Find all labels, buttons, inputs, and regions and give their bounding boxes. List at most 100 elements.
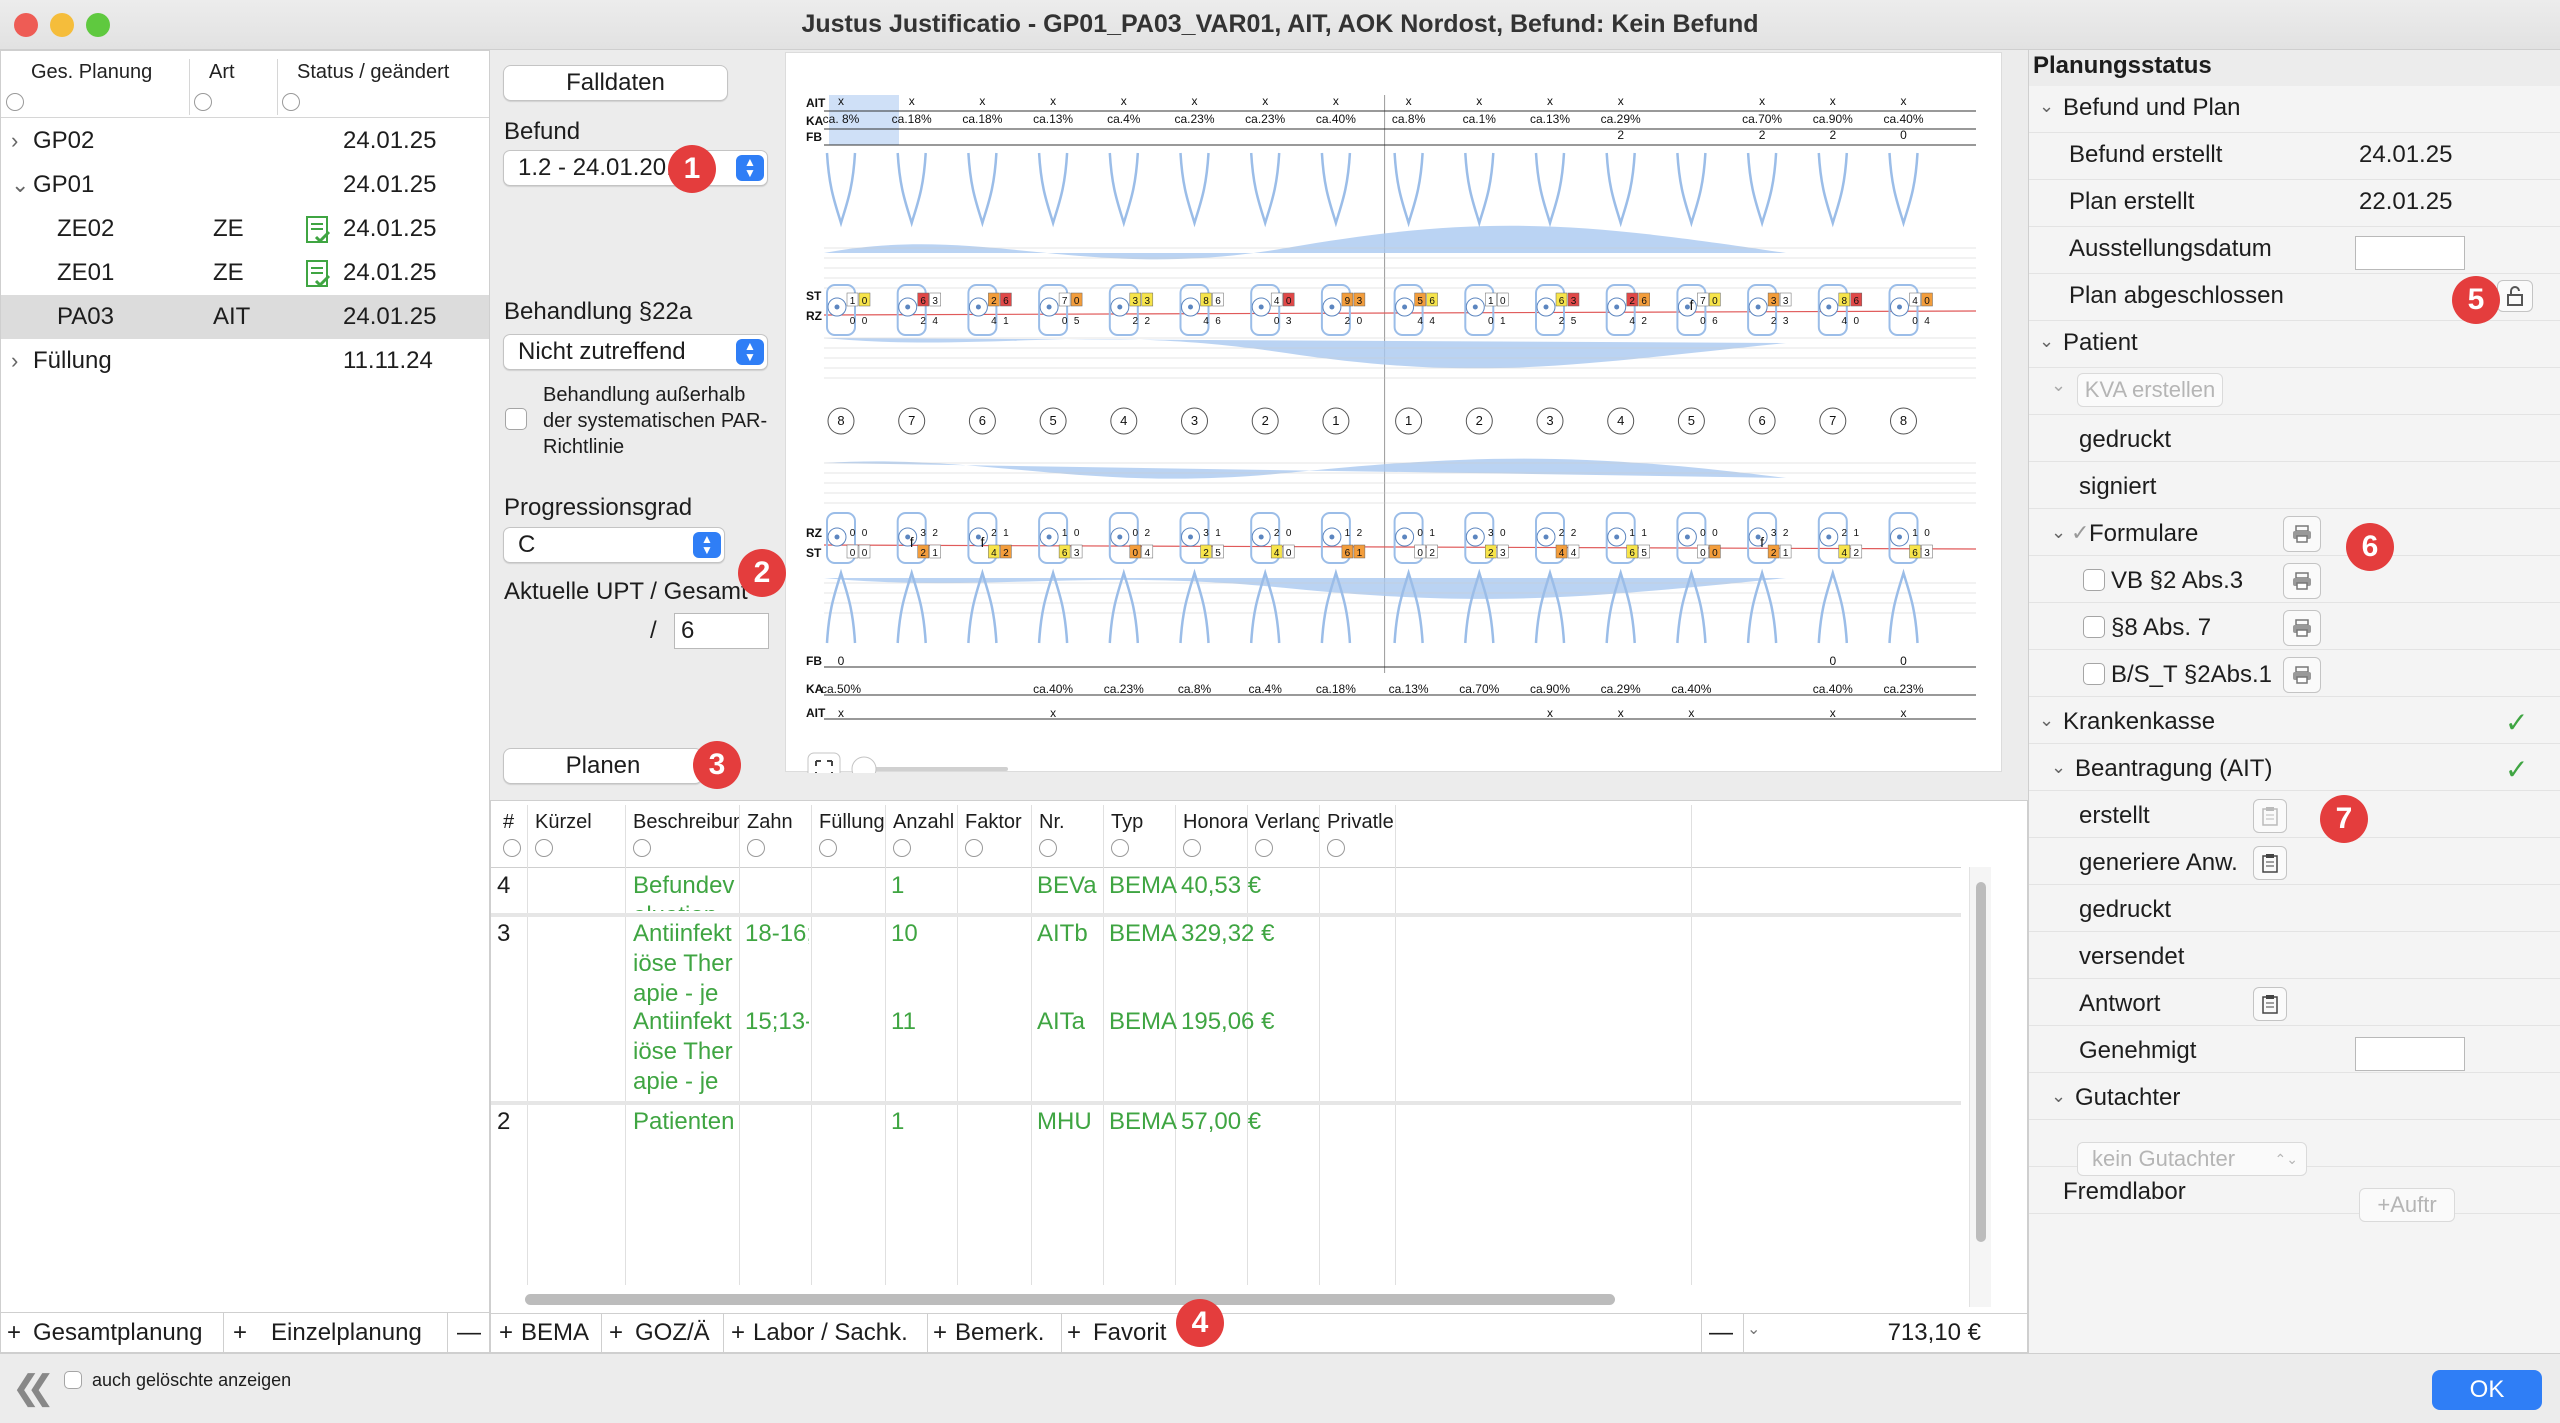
column-filter-radio[interactable] (1327, 839, 1345, 857)
column-header[interactable]: # (503, 811, 527, 834)
filter-radio[interactable] (282, 93, 300, 111)
column-header[interactable]: Kürzel (535, 811, 625, 834)
scroll-thumb[interactable] (1976, 882, 1986, 1242)
column-header[interactable]: Beschreibung (633, 811, 739, 834)
horizontal-scroll-thumb[interactable] (525, 1294, 1615, 1305)
planning-row[interactable]: ZE02 ZE 24.01.25 (1, 207, 489, 251)
ait-mark: x (1830, 706, 1836, 720)
chevron-down-icon[interactable]: ⌄ (11, 172, 29, 198)
close-window-button[interactable] (14, 13, 38, 37)
column-filter-radio[interactable] (1255, 839, 1273, 857)
behandlung-checkbox[interactable] (505, 408, 527, 430)
chevron-right-icon[interactable]: › (11, 348, 18, 374)
planning-row[interactable]: ⌄ GP01 24.01.25 (1, 163, 489, 207)
filter-radio[interactable] (194, 93, 212, 111)
remove-item-button[interactable]: — (1709, 1319, 1733, 1347)
column-filter-radio[interactable] (747, 839, 765, 857)
svg-text:0: 0 (1700, 528, 1706, 539)
chevron-down-icon[interactable]: ⌄ (2051, 757, 2066, 778)
add-bema-button[interactable]: + BEMA (499, 1319, 589, 1347)
dental-chart[interactable]: AITKAFBFBKAAITSTRZRZSTxca. 8%1 00 080 00 00c… (786, 53, 2003, 786)
column-filter-radio[interactable] (1183, 839, 1201, 857)
behandlung-select[interactable]: Nicht zutreffend ▲ ▼ (503, 334, 768, 370)
printer-icon[interactable] (2283, 657, 2321, 693)
col-art[interactable]: Art (209, 61, 235, 84)
double-chevron-left-icon[interactable]: ❮❮ (12, 1368, 55, 1408)
chevron-down-icon[interactable]: ⌄ (2051, 522, 2066, 543)
ok-button[interactable]: OK (2432, 1370, 2542, 1410)
add-favorit-button[interactable]: + Favorit (1067, 1319, 1166, 1347)
col-ges-planung[interactable]: Ges. Planung (31, 61, 152, 84)
column-header[interactable]: Privatleist... (1327, 811, 1395, 834)
chevron-down-icon[interactable]: ⌄ (2051, 375, 2066, 396)
column-header[interactable]: Anzahl (893, 811, 957, 834)
column-filter-radio[interactable] (965, 839, 983, 857)
chevron-down-icon[interactable]: ⌄ (2039, 710, 2054, 731)
column-filter-radio[interactable] (633, 839, 651, 857)
column-filter-radio[interactable] (503, 839, 521, 857)
clipboard-icon[interactable] (2253, 987, 2287, 1021)
vertical-scrollbar[interactable] (1969, 867, 1991, 1307)
form-checkbox[interactable] (2083, 569, 2105, 591)
upt-total-input[interactable]: 6 (674, 613, 769, 649)
falldaten-button[interactable]: Falldaten (503, 65, 728, 101)
column-header[interactable]: Füllungsl... (819, 811, 885, 834)
fit-to-screen-icon[interactable] (807, 752, 841, 786)
remove-planning-button[interactable]: — (457, 1319, 481, 1347)
column-filter-radio[interactable] (1039, 839, 1057, 857)
zoom-slider-knob[interactable] (851, 756, 877, 782)
formulare-checkbox[interactable]: ✓ (2071, 520, 2089, 546)
chevron-down-icon[interactable]: ⌄ (2039, 96, 2054, 117)
planning-row[interactable]: › GP02 24.01.25 (1, 119, 489, 163)
add-gesamtplanung-button[interactable]: + Gesamtplanung (7, 1319, 202, 1347)
col-status[interactable]: Status / geändert (297, 61, 449, 84)
planning-row[interactable]: PA03 AIT 24.01.25 (1, 295, 489, 339)
chevron-right-icon[interactable]: › (11, 128, 18, 154)
printer-icon[interactable] (2283, 610, 2321, 646)
filter-radio[interactable] (6, 93, 24, 111)
ausstellungsdatum-input[interactable] (2355, 236, 2465, 270)
svg-text:3: 3 (1357, 296, 1363, 307)
progression-select[interactable]: C ▲ ▼ (503, 527, 725, 563)
genehmigt-input[interactable] (2355, 1037, 2465, 1071)
printer-icon[interactable] (2283, 516, 2321, 552)
column-filter-radio[interactable] (535, 839, 553, 857)
planning-row[interactable]: ZE01 ZE 24.01.25 (1, 251, 489, 295)
column-filter-radio[interactable] (893, 839, 911, 857)
gutachter-select[interactable]: kein Gutachter ⌃⌄ (2077, 1142, 2307, 1176)
missing-tooth-mark: f (980, 534, 984, 550)
clipboard-icon[interactable] (2253, 799, 2287, 833)
printer-icon[interactable] (2283, 563, 2321, 599)
column-filter-radio[interactable] (819, 839, 837, 857)
column-header[interactable]: Typ (1111, 811, 1175, 834)
auftrag-button[interactable]: + Auftr (2359, 1188, 2455, 1222)
add-einzelplanung-button[interactable]: + Einzelplanung (233, 1319, 422, 1347)
kva-erstellen-button[interactable]: KVA erstellen (2077, 373, 2223, 407)
column-header[interactable]: Zahn (747, 811, 811, 834)
fb-value: 2 (1617, 128, 1624, 142)
add-labor-button[interactable]: + Labor / Sachk. (731, 1319, 908, 1347)
chevron-down-icon[interactable]: ⌄ (1747, 1319, 1760, 1339)
column-header[interactable]: Nr. (1039, 811, 1103, 834)
planen-button[interactable]: Planen (503, 748, 703, 784)
column-filter-radio[interactable] (1111, 839, 1129, 857)
clipboard-icon[interactable] (2253, 846, 2287, 880)
lock-open-icon[interactable] (2497, 280, 2533, 312)
column-header[interactable]: Faktor (965, 811, 1031, 834)
chevron-down-icon[interactable]: ⌄ (2039, 331, 2054, 352)
planning-name: GP02 (33, 127, 95, 154)
chevron-down-icon[interactable]: ⌄ (2051, 1086, 2066, 1107)
row-honorar: 57,00 € (1181, 1108, 1262, 1135)
zoom-window-button[interactable] (86, 13, 110, 37)
planning-row[interactable]: › Füllung 11.11.24 (1, 339, 489, 383)
column-header[interactable]: Verlange... (1255, 811, 1319, 834)
column-header[interactable]: Honorar (1183, 811, 1247, 834)
add-goz-button[interactable]: + GOZ/Ä (609, 1319, 710, 1347)
minimize-window-button[interactable] (50, 13, 74, 37)
form-checkbox[interactable] (2083, 616, 2105, 638)
show-deleted-checkbox[interactable] (64, 1371, 82, 1389)
form-checkbox[interactable] (2083, 663, 2105, 685)
befund-select[interactable]: 1.2 - 24.01.20... ▲ ▼ (503, 150, 768, 186)
add-bemerk-button[interactable]: + Bemerk. (933, 1319, 1044, 1347)
badge-4: 4 (1176, 1299, 1224, 1347)
